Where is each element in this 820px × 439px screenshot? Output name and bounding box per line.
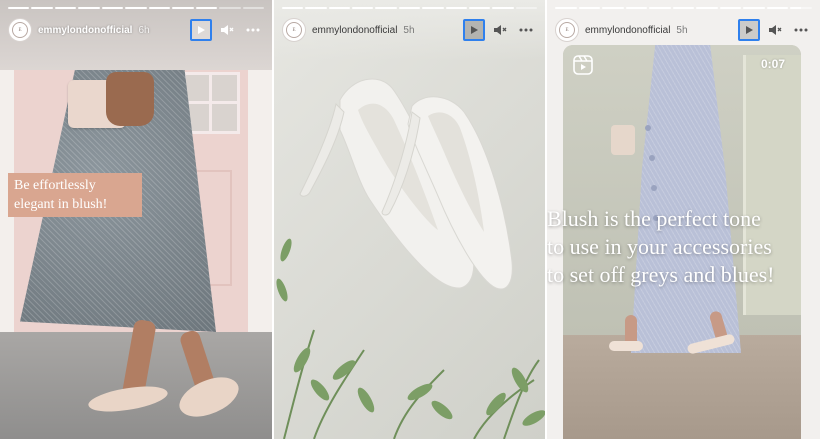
progress-segment <box>515 7 537 9</box>
story-caption: Be effortlessly elegant in blush! <box>8 173 142 217</box>
play-icon <box>746 26 753 34</box>
avatar[interactable]: E <box>8 18 32 42</box>
sound-button[interactable] <box>764 19 786 41</box>
progress-segment <box>31 7 53 9</box>
speaker-muted-icon <box>769 25 782 35</box>
sound-button[interactable] <box>216 19 238 41</box>
avatar[interactable]: E <box>282 18 306 42</box>
progress-segment <box>54 7 77 9</box>
brand-logo-avatar: E <box>12 22 28 38</box>
more-options-button[interactable] <box>515 19 537 41</box>
progress-segment <box>352 7 374 9</box>
story-card-2[interactable]: E emmylondonofficial 5h <box>274 0 545 439</box>
sound-button[interactable] <box>489 19 511 41</box>
story-progress <box>282 7 537 9</box>
caption-line: to set off greys and blues! <box>547 262 775 287</box>
story-header: E emmylondonofficial 5h <box>555 17 812 43</box>
stories-strip: E emmylondonofficial 6h Be effortlessly … <box>0 0 820 439</box>
progress-segment <box>578 7 601 9</box>
story-progress <box>555 7 813 9</box>
progress-segment <box>790 7 813 9</box>
caption-line: Blush is the perfect tone <box>547 206 761 231</box>
progress-segment <box>282 7 304 9</box>
progress-segment <box>242 7 264 9</box>
story-card-3[interactable]: 0:07 E emmylondonofficial 5h Blush is th… <box>547 0 820 439</box>
progress-segment <box>172 7 194 9</box>
more-icon <box>794 28 808 32</box>
story-caption: Blush is the perfect tone to use in your… <box>547 205 820 289</box>
speaker-muted-icon <box>494 25 507 35</box>
play-button[interactable] <box>463 19 485 41</box>
progress-segment <box>422 7 444 9</box>
brand-logo-avatar: E <box>286 22 302 38</box>
story-header: E emmylondonofficial 5h <box>282 17 537 43</box>
more-icon <box>519 28 533 32</box>
progress-segment <box>219 7 241 9</box>
brand-logo-avatar: E <box>559 22 575 38</box>
play-icon <box>198 26 205 34</box>
progress-segment <box>101 7 124 9</box>
progress-segment <box>305 7 327 9</box>
progress-segment <box>468 7 491 9</box>
story-photo <box>0 0 272 439</box>
account-name[interactable]: emmylondonofficial <box>585 25 670 36</box>
progress-segment <box>625 7 648 9</box>
progress-segment <box>555 7 577 9</box>
post-time: 6h <box>138 24 150 36</box>
story-progress <box>8 7 264 9</box>
progress-segment <box>672 7 695 9</box>
caption-line: elegant in blush! <box>14 197 108 212</box>
progress-segment <box>195 7 218 9</box>
progress-segment <box>375 7 397 9</box>
account-name[interactable]: emmylondonofficial <box>38 25 132 36</box>
more-options-button[interactable] <box>790 19 812 41</box>
play-button[interactable] <box>738 19 760 41</box>
story-card-1[interactable]: E emmylondonofficial 6h Be effortlessly … <box>0 0 272 439</box>
caption-line: Be effortlessly <box>14 178 96 193</box>
speaker-muted-icon <box>221 25 234 35</box>
progress-segment <box>328 7 351 9</box>
progress-segment <box>492 7 514 9</box>
progress-segment <box>602 7 624 9</box>
caption-line: to use in your accessories <box>547 234 772 259</box>
progress-segment <box>766 7 789 9</box>
avatar[interactable]: E <box>555 18 579 42</box>
progress-segment <box>125 7 147 9</box>
video-duration: 0:07 <box>760 57 785 71</box>
reel-icon <box>573 55 593 75</box>
progress-segment <box>148 7 171 9</box>
progress-segment <box>398 7 421 9</box>
progress-segment <box>649 7 671 9</box>
progress-segment <box>8 7 30 9</box>
post-time: 5h <box>403 24 415 36</box>
more-icon <box>246 28 260 32</box>
progress-segment <box>78 7 100 9</box>
progress-segment <box>719 7 742 9</box>
story-header: E emmylondonofficial 6h <box>8 17 264 43</box>
progress-segment <box>696 7 718 9</box>
progress-segment <box>743 7 765 9</box>
more-options-button[interactable] <box>242 19 264 41</box>
post-time: 5h <box>676 24 688 36</box>
play-icon <box>471 26 478 34</box>
account-name[interactable]: emmylondonofficial <box>312 25 397 36</box>
progress-segment <box>445 7 467 9</box>
story-photo <box>274 0 545 439</box>
play-button[interactable] <box>190 19 212 41</box>
